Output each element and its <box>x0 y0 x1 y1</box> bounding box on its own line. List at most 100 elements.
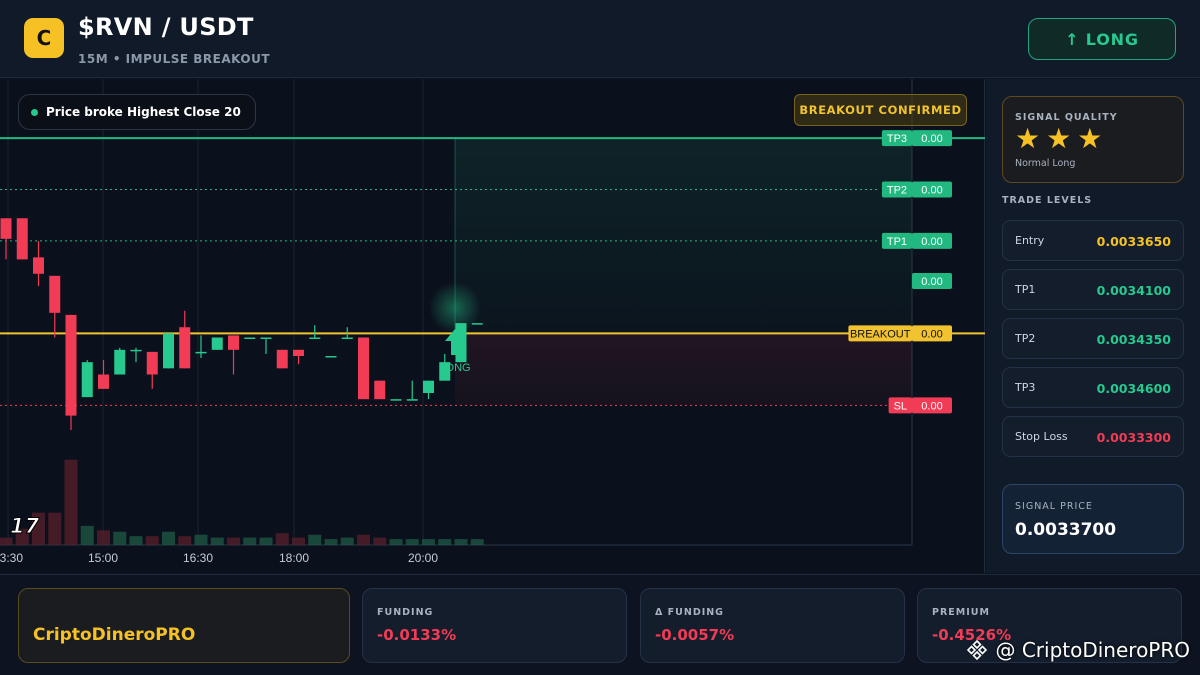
candle <box>228 335 239 375</box>
long-direction-button[interactable]: ↑ LONG <box>1028 18 1176 60</box>
x-tick-label: 18:00 <box>279 551 309 565</box>
candle-body <box>65 314 77 416</box>
volume-bar <box>80 525 94 545</box>
candle <box>49 275 61 338</box>
candle <box>276 349 288 369</box>
star-icon: ★ <box>1015 122 1041 155</box>
signal-panel: SIGNAL QUALITY ★ ★ ★ Normal Long TRADE LEV… <box>986 79 1200 573</box>
level-tag-label: SL <box>894 400 907 412</box>
candle-body <box>374 380 386 400</box>
volume-bar <box>97 530 110 545</box>
candle-body <box>211 337 223 350</box>
level-tag: TP3 0.00 <box>881 130 952 147</box>
star-icon: ★ <box>1077 122 1103 155</box>
trade-level-name: TP1 <box>1015 283 1036 296</box>
volume-bar <box>405 539 419 545</box>
target-zone <box>455 138 912 334</box>
watermark: @ CriptoDineroPRO <box>965 638 1190 662</box>
trade-level-name: Stop Loss <box>1015 430 1068 443</box>
candle <box>195 335 207 359</box>
brand-logo: C <box>24 18 64 58</box>
trade-level-name: Entry <box>1015 234 1045 247</box>
trade-level-value: 0.0033650 <box>1096 234 1171 249</box>
delta-funding-value: -0.0057% <box>655 626 735 644</box>
candle <box>146 351 158 389</box>
trade-level-name: TP2 <box>1015 332 1036 345</box>
volume-bar <box>227 537 240 545</box>
candle <box>325 356 337 358</box>
candle <box>81 360 93 398</box>
volume-bar <box>129 536 143 545</box>
volume-bar <box>194 534 208 545</box>
level-tag: 0.00 <box>912 273 952 289</box>
candle-body <box>130 349 142 352</box>
level-tag-label: TP3 <box>887 133 907 145</box>
level-tag: BREAKOUT 0.00 <box>848 325 952 342</box>
candle-body <box>244 337 256 339</box>
candle-body <box>260 337 272 339</box>
volume-bar <box>438 539 452 545</box>
signal-price-card: SIGNAL PRICE 0.0033700 <box>1002 484 1184 554</box>
candlestick-chart: TP3 0.00 TP2 0.00 TP1 0.00 0.00 BREAKOUT 0.00 SL 0… <box>0 79 985 565</box>
star-icon: ★ <box>1046 122 1072 155</box>
trade-level-row: TP1 0.0034100 <box>1002 269 1184 310</box>
signal-quality-sub: Normal Long <box>1015 158 1076 169</box>
volume-bar <box>422 539 435 545</box>
candle-body <box>228 335 239 350</box>
tradingview-logo: 17 <box>10 514 41 539</box>
volume-bar <box>259 537 273 545</box>
trade-level-value: 0.0034600 <box>1096 381 1171 396</box>
candle-body <box>33 257 44 274</box>
candle-body <box>325 356 337 358</box>
brand-name: CriptoDineroPRO <box>33 625 196 645</box>
candle <box>406 380 418 401</box>
candle-body <box>276 349 288 369</box>
volume-bar <box>324 539 338 545</box>
volume-bar <box>389 539 403 545</box>
volume-bar <box>210 537 224 545</box>
candle <box>179 310 191 369</box>
status-dot-icon <box>31 108 38 116</box>
funding-card: FUNDING -0.0133% <box>362 588 627 663</box>
level-tag-value: 0.00 <box>921 400 942 412</box>
volume-bar <box>340 537 354 545</box>
candle <box>130 347 142 363</box>
volume-bar <box>48 512 62 545</box>
breakout-note: Price broke Highest Close 20 <box>18 94 256 130</box>
pair-title: $RVN / USDT <box>78 13 254 41</box>
volume-bar <box>357 534 370 545</box>
price-chart[interactable]: TP3 0.00 TP2 0.00 TP1 0.00 0.00 BREAKOUT 0.00 SL 0… <box>0 79 985 573</box>
x-tick-label: 16:30 <box>183 551 213 565</box>
candle <box>33 240 44 287</box>
funding-value: -0.0133% <box>377 626 457 644</box>
volume-bar <box>113 531 127 545</box>
volume-bar <box>0 537 13 545</box>
trade-level-row: TP2 0.0034350 <box>1002 318 1184 359</box>
candle-body <box>0 218 12 239</box>
trade-level-value: 0.0034350 <box>1096 332 1171 347</box>
level-tag-value: 0.00 <box>921 328 942 340</box>
level-tag-label: TP1 <box>887 236 907 248</box>
level-tag: TP2 0.00 <box>881 181 952 198</box>
long-marker-label: LONG <box>439 362 470 374</box>
candle <box>211 337 223 350</box>
candle-body <box>341 337 353 339</box>
candle-body <box>179 327 191 369</box>
bottom-bar: CriptoDineroPRO FUNDING -0.0133% Δ FUNDI… <box>0 574 1200 675</box>
volume-bar <box>178 536 192 545</box>
x-tick-label: 15:00 <box>88 551 118 565</box>
candle-body <box>423 380 434 393</box>
candle-body <box>406 399 418 401</box>
candle <box>374 380 386 400</box>
candle <box>98 360 109 389</box>
candle <box>260 337 272 354</box>
candle-body <box>49 275 61 313</box>
volume-bar <box>243 537 257 545</box>
level-tag-value: 0.00 <box>921 236 942 248</box>
signal-glow <box>429 282 481 334</box>
candle <box>163 333 174 369</box>
volume-bar <box>373 537 387 545</box>
header: C $RVN / USDT 15M • IMPULSE BREAKOUT ↑ L… <box>0 0 1200 78</box>
volume-bar <box>470 539 484 545</box>
premium-label: PREMIUM <box>932 607 990 618</box>
